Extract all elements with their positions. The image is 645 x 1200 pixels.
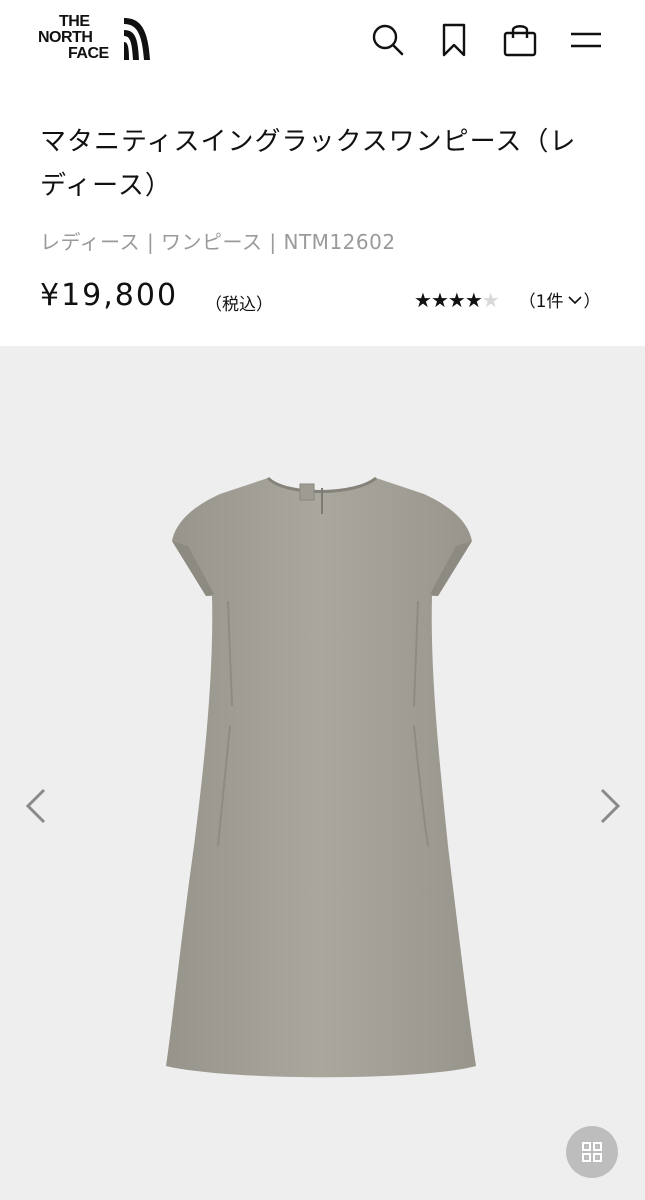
review-count: （1件 (518, 292, 564, 312)
menu-icon[interactable] (568, 22, 604, 58)
chevron-down-icon (567, 295, 582, 304)
grid-view-button[interactable] (566, 1126, 618, 1178)
chevron-right-icon[interactable] (598, 786, 622, 826)
half-dome-icon (124, 18, 150, 60)
product-title: マタニティスイングラックスワンピース（レディース） (40, 127, 577, 201)
star-icon: ★ (414, 287, 432, 312)
review-count-suffix: ） (583, 292, 601, 312)
star-icon: ★ (447, 287, 466, 312)
site-header: THE NORTH FACE (0, 0, 645, 88)
product-image-dress[interactable] (0, 346, 645, 1200)
star-icon: ★ (430, 287, 449, 312)
grid-icon (582, 1142, 602, 1162)
star-empty-icon: ★ (481, 287, 500, 312)
review-count-toggle[interactable]: （1件 ） (519, 287, 601, 312)
star-rating: ★★★★★ (414, 287, 500, 312)
product-price: ¥19,800 (40, 278, 179, 313)
shopping-bag-icon[interactable] (502, 22, 538, 58)
review-rating[interactable]: ★★★★★ （1件 ） (414, 287, 601, 313)
product-image-gallery[interactable] (0, 346, 645, 1200)
logo-line-1: THE (59, 13, 90, 30)
tax-label: （税込） (205, 295, 273, 315)
search-icon[interactable] (370, 22, 406, 58)
bookmark-icon[interactable] (436, 22, 472, 58)
the-north-face-logo[interactable]: THE NORTH FACE (38, 14, 152, 66)
logo-line-2: NORTH (38, 29, 93, 46)
star-icon: ★ (464, 287, 483, 312)
logo-line-3: FACE (68, 45, 109, 62)
product-meta: レディース | ワンピース | NTM12602 (40, 230, 396, 254)
chevron-left-icon[interactable] (24, 786, 48, 826)
